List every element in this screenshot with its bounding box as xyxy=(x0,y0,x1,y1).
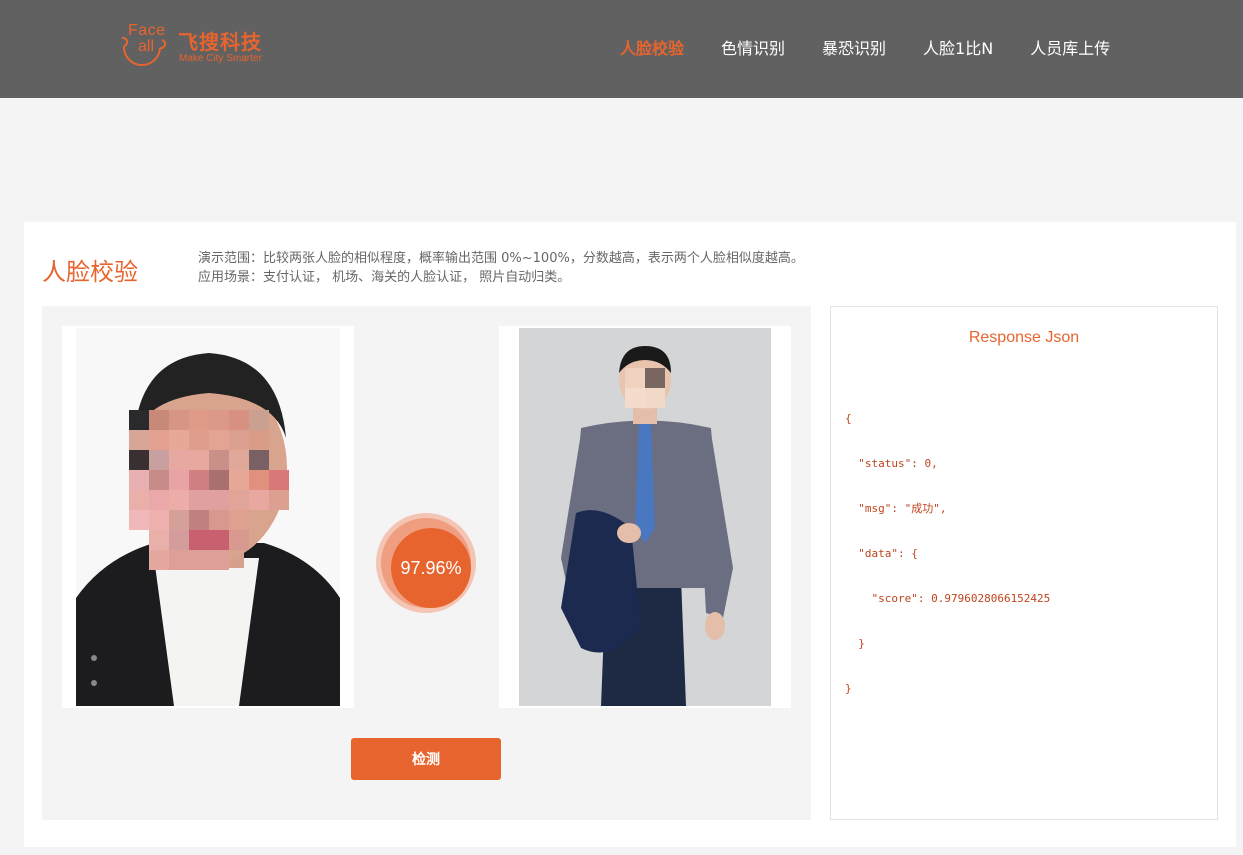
face-photo-2[interactable] xyxy=(499,326,791,708)
json-line: } xyxy=(845,637,865,650)
person-portrait-image xyxy=(64,328,352,706)
desc-range: 演示范围：比较两张人脸的相似程度，概率输出范围 0%~100%，分数越高，表示两… xyxy=(198,251,804,266)
top-header: Face all 飞搜科技 Make City Smarter 人脸校验 色情识… xyxy=(0,0,1243,98)
json-line: "status": 0, xyxy=(845,457,938,470)
face-verify-card: 人脸校验 演示范围：比较两张人脸的相似程度，概率输出范围 0%~100%，分数越… xyxy=(24,222,1236,847)
nav-item-porn-detect[interactable]: 色情识别 xyxy=(721,38,785,62)
brand-tagline: Make City Smarter xyxy=(179,53,262,64)
similarity-score-badge: 97.96% xyxy=(376,513,476,613)
json-line: { xyxy=(845,412,852,425)
nav-item-person-upload[interactable]: 人员库上传 xyxy=(1030,38,1110,62)
desc-scenario: 应用场景：支付认证， 机场、海关的人脸认证， 照片自动归类。 xyxy=(198,270,571,285)
similarity-score: 97.96% xyxy=(391,528,471,608)
nav-item-face-verify[interactable]: 人脸校验 xyxy=(620,38,684,62)
response-json-view: { "status": 0, "msg": "成功", "data": { "s… xyxy=(845,381,1050,726)
detect-button[interactable]: 检测 xyxy=(351,738,501,780)
compare-panel: 97.96% 检测 xyxy=(42,306,811,820)
response-title: Response Json xyxy=(968,329,1080,346)
nav-item-terror-detect[interactable]: 暴恐识别 xyxy=(822,38,886,62)
response-json-panel: Response Json { "status": 0, "msg": "成功"… xyxy=(830,306,1218,820)
demo-description: 演示范围：比较两张人脸的相似程度，概率输出范围 0%~100%，分数越高，表示两… xyxy=(198,249,804,287)
main-nav: 人脸校验 色情识别 暴恐识别 人脸1比N 人员库上传 xyxy=(620,38,1110,62)
page-title: 人脸校验 xyxy=(42,258,138,286)
json-line: "score": 0.9796028066152425 xyxy=(845,592,1051,605)
logo-all-text: all xyxy=(138,38,155,55)
brand-name: 飞搜科技 xyxy=(178,30,262,54)
brand-logo[interactable]: Face all 飞搜科技 Make City Smarter xyxy=(118,20,268,72)
json-line: "msg": "成功", xyxy=(845,502,947,515)
json-line: "data": { xyxy=(845,547,918,560)
json-line: } xyxy=(845,682,852,695)
face-photo-1[interactable] xyxy=(62,326,354,708)
nav-item-face-1-to-n[interactable]: 人脸1比N xyxy=(923,38,993,62)
person-fullbody-image xyxy=(501,328,789,706)
